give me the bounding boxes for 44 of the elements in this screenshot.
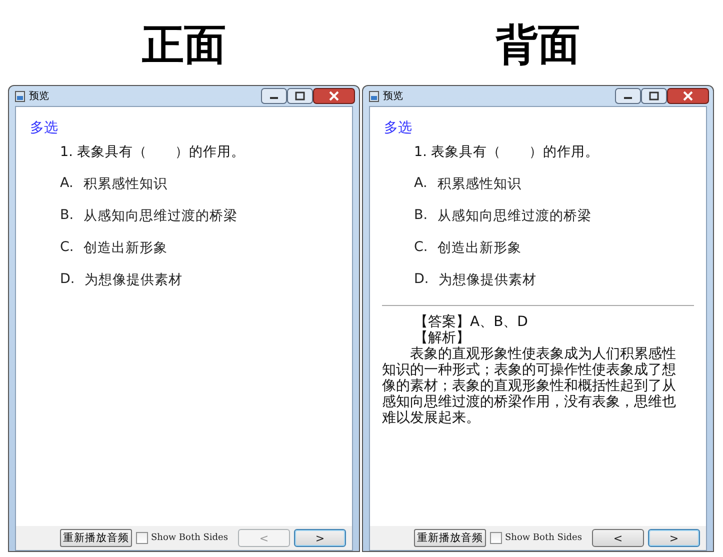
close-button[interactable]: [667, 88, 709, 104]
replay-audio-button[interactable]: 重新播放音频: [60, 529, 132, 547]
option-letter: A.: [414, 175, 428, 193]
analysis-label: 【解析】: [414, 330, 471, 346]
checkbox[interactable]: [136, 532, 148, 544]
analysis-text: 表象的直观形象性使表象成为人们积累感性知识的一种形式；表象的可操作性使表象成了想像的素材；表象的直观形象性和概括性起到了从感知向思维过渡的桥梁作用，没有表象，思维也难以发展起来。: [382, 346, 676, 426]
checkbox-label: Show Both Sides: [150, 533, 228, 543]
option-text: 从感知向思维过渡的桥梁: [84, 207, 238, 225]
question-text: 1. 表象具有（ ）的作用。: [60, 143, 246, 161]
question-type-label: 多选: [384, 119, 413, 137]
minimize-button[interactable]: [261, 88, 287, 104]
option-letter: D.: [414, 271, 429, 289]
side-heading: 背面: [496, 22, 580, 70]
option-text: 从感知向思维过渡的桥梁: [438, 207, 592, 225]
window-title: 预览: [29, 90, 50, 103]
minimize-button[interactable]: [615, 88, 641, 104]
replay-audio-button[interactable]: 重新播放音频: [414, 529, 486, 547]
maximize-button[interactable]: [287, 88, 313, 104]
previous-button[interactable]: <: [592, 529, 644, 547]
option-letter: B.: [60, 207, 74, 225]
side-heading: 正面: [142, 22, 226, 70]
option-letter: B.: [414, 207, 428, 225]
question-type-label: 多选: [30, 119, 59, 137]
next-button[interactable]: >: [648, 529, 700, 547]
option-text: 积累感性知识: [437, 175, 522, 193]
option-text: 创造出新形象: [84, 239, 168, 257]
option-text: 创造出新形象: [438, 239, 522, 257]
maximize-button[interactable]: [641, 88, 667, 104]
option-letter: C.: [60, 239, 74, 257]
app-icon: [15, 90, 25, 102]
close-button[interactable]: [313, 88, 355, 104]
checkbox[interactable]: [490, 532, 502, 544]
option-letter: A.: [60, 175, 74, 193]
option-text: 积累感性知识: [83, 175, 168, 193]
question-text: 1. 表象具有（ ）的作用。: [414, 143, 600, 161]
option-letter: C.: [414, 239, 428, 257]
app-icon: [369, 90, 379, 102]
next-button[interactable]: >: [294, 529, 346, 547]
option-letter: D.: [60, 271, 75, 289]
window-title: 预览: [383, 90, 404, 103]
option-text: 为想像提供素材: [438, 271, 537, 289]
checkbox-label: Show Both Sides: [504, 533, 582, 543]
answer-line: 【答案】A、B、D: [414, 314, 529, 330]
option-text: 为想像提供素材: [84, 271, 183, 289]
